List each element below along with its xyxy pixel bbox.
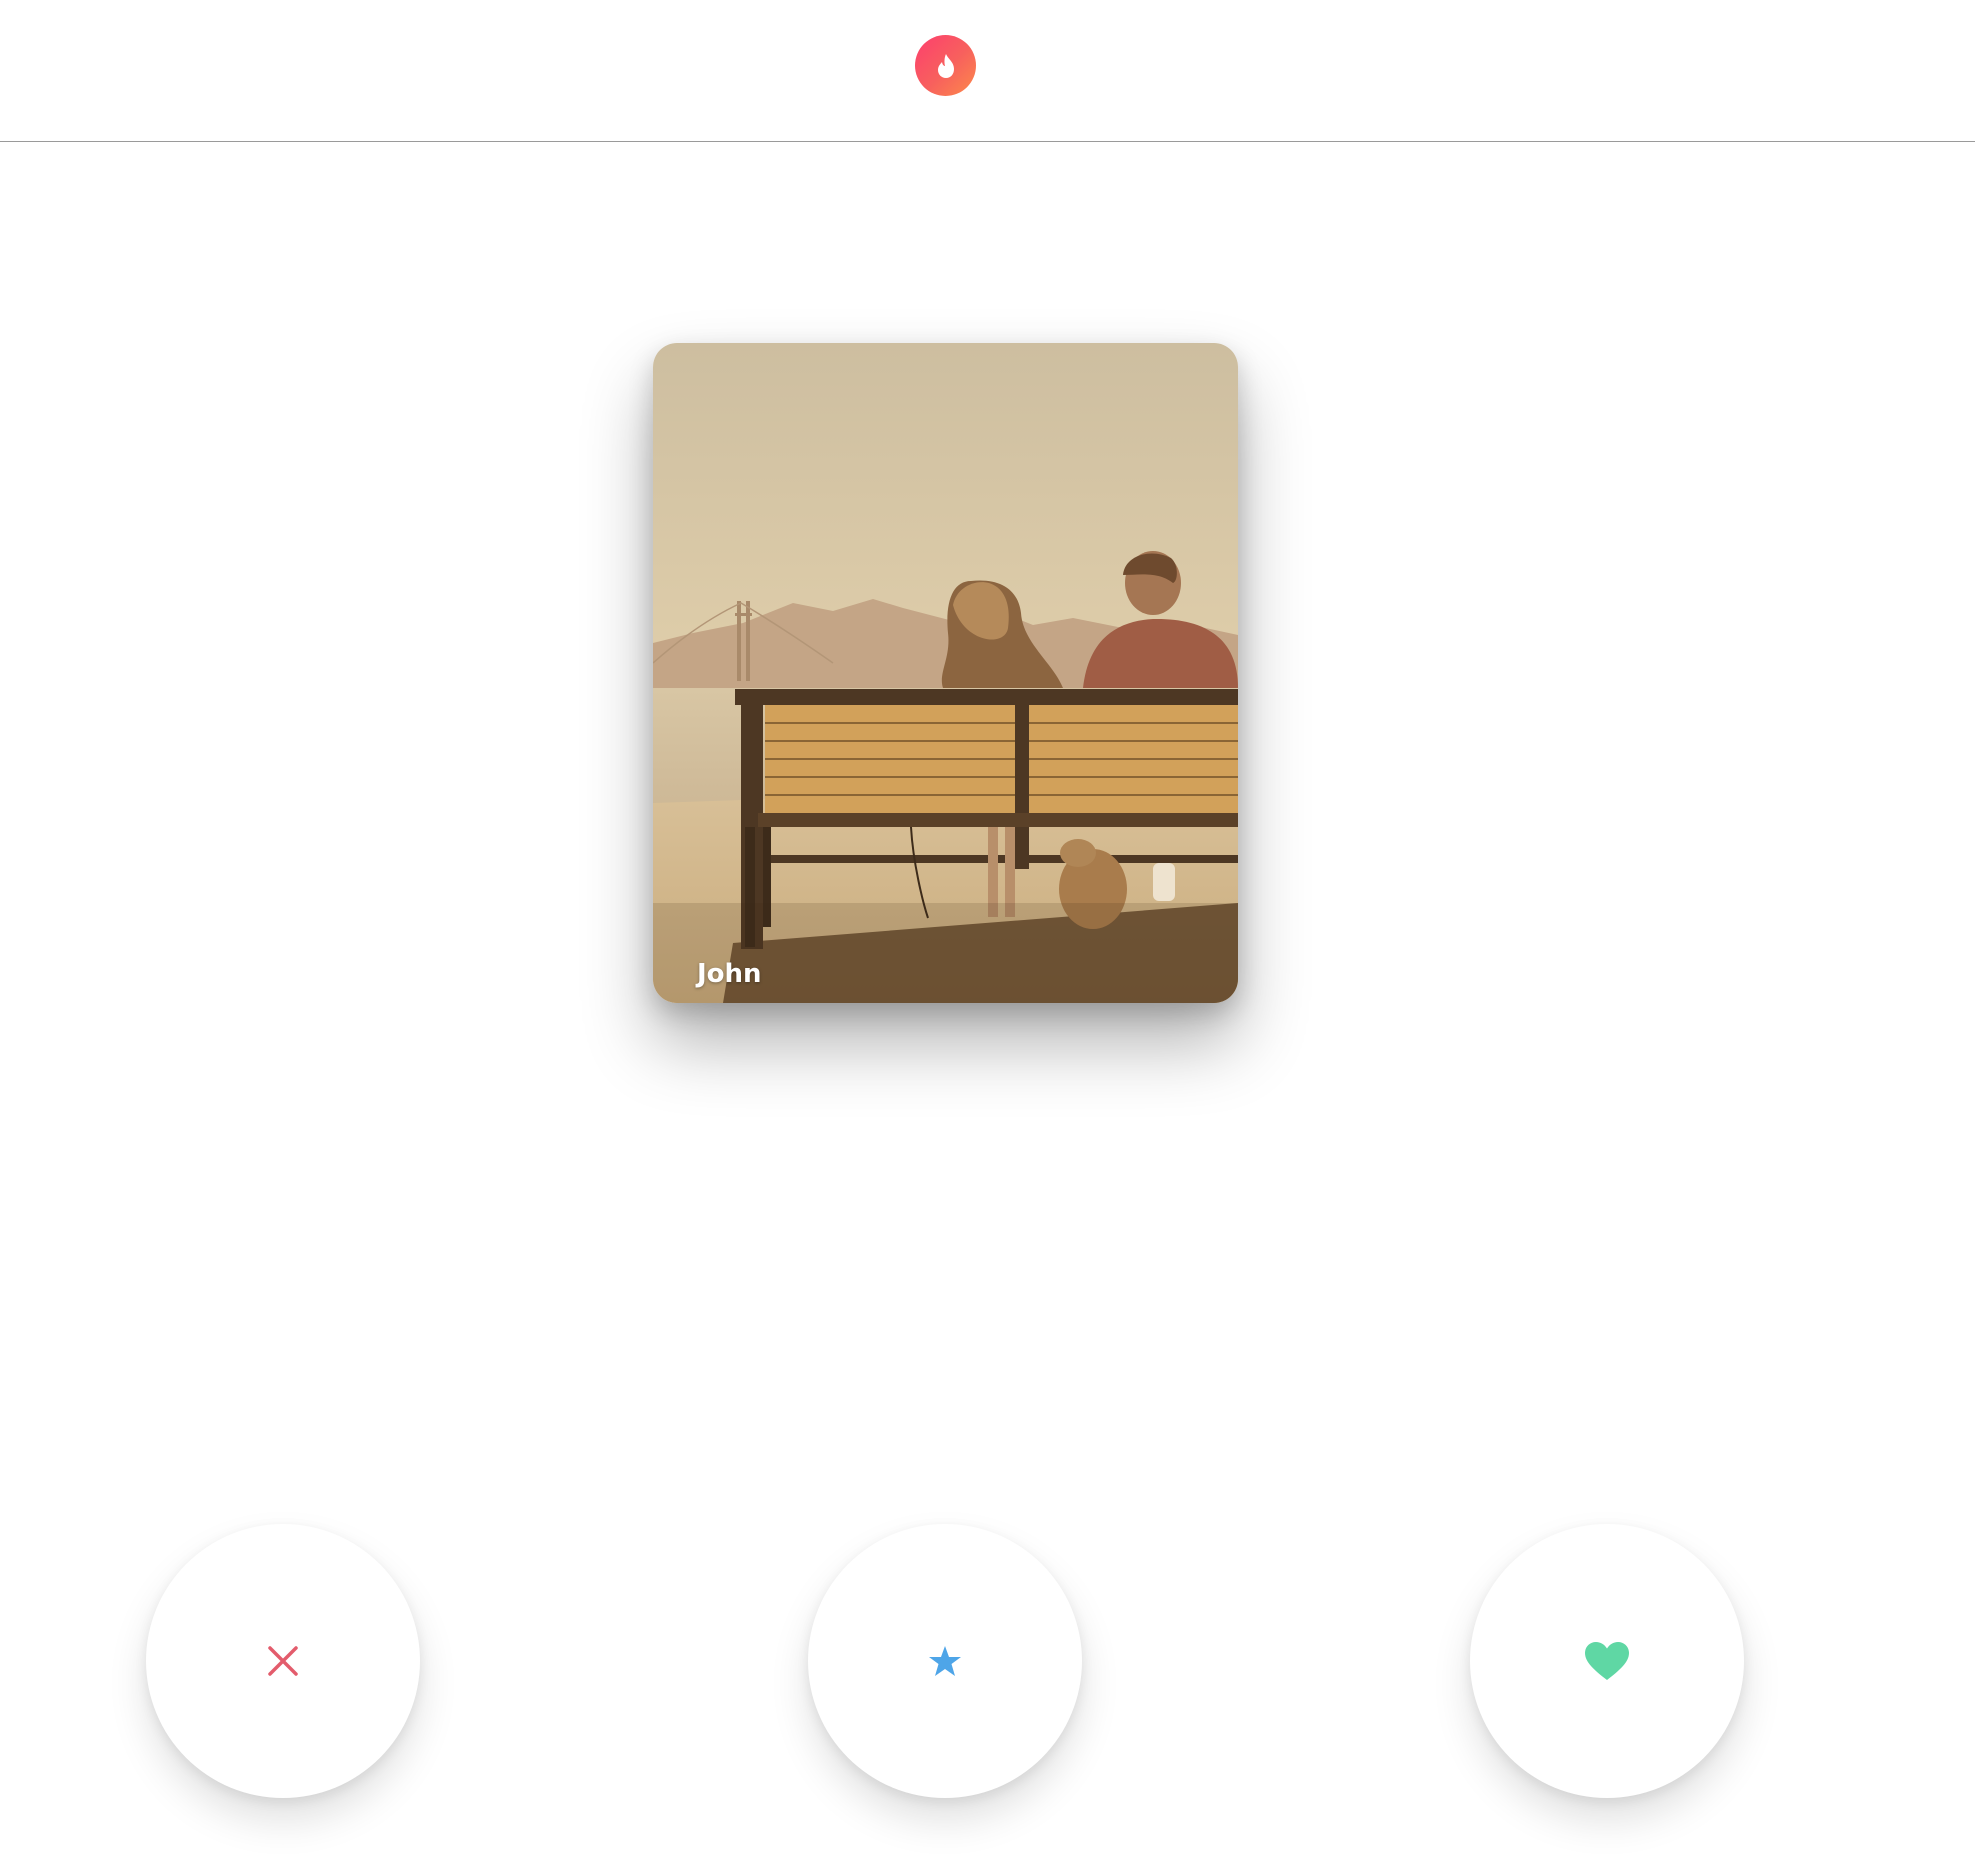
super-like-button[interactable] [808, 1524, 1082, 1798]
like-button[interactable] [1470, 1524, 1744, 1798]
app-header [0, 0, 1975, 142]
profile-card[interactable]: John [653, 343, 1238, 1003]
profile-name: John [697, 959, 762, 989]
flame-icon [937, 53, 954, 78]
heart-icon [1585, 1642, 1629, 1680]
close-icon [268, 1646, 298, 1676]
app-logo[interactable] [915, 35, 976, 96]
star-icon [929, 1646, 961, 1676]
profile-photo [653, 343, 1238, 1003]
nope-button[interactable] [146, 1524, 420, 1798]
